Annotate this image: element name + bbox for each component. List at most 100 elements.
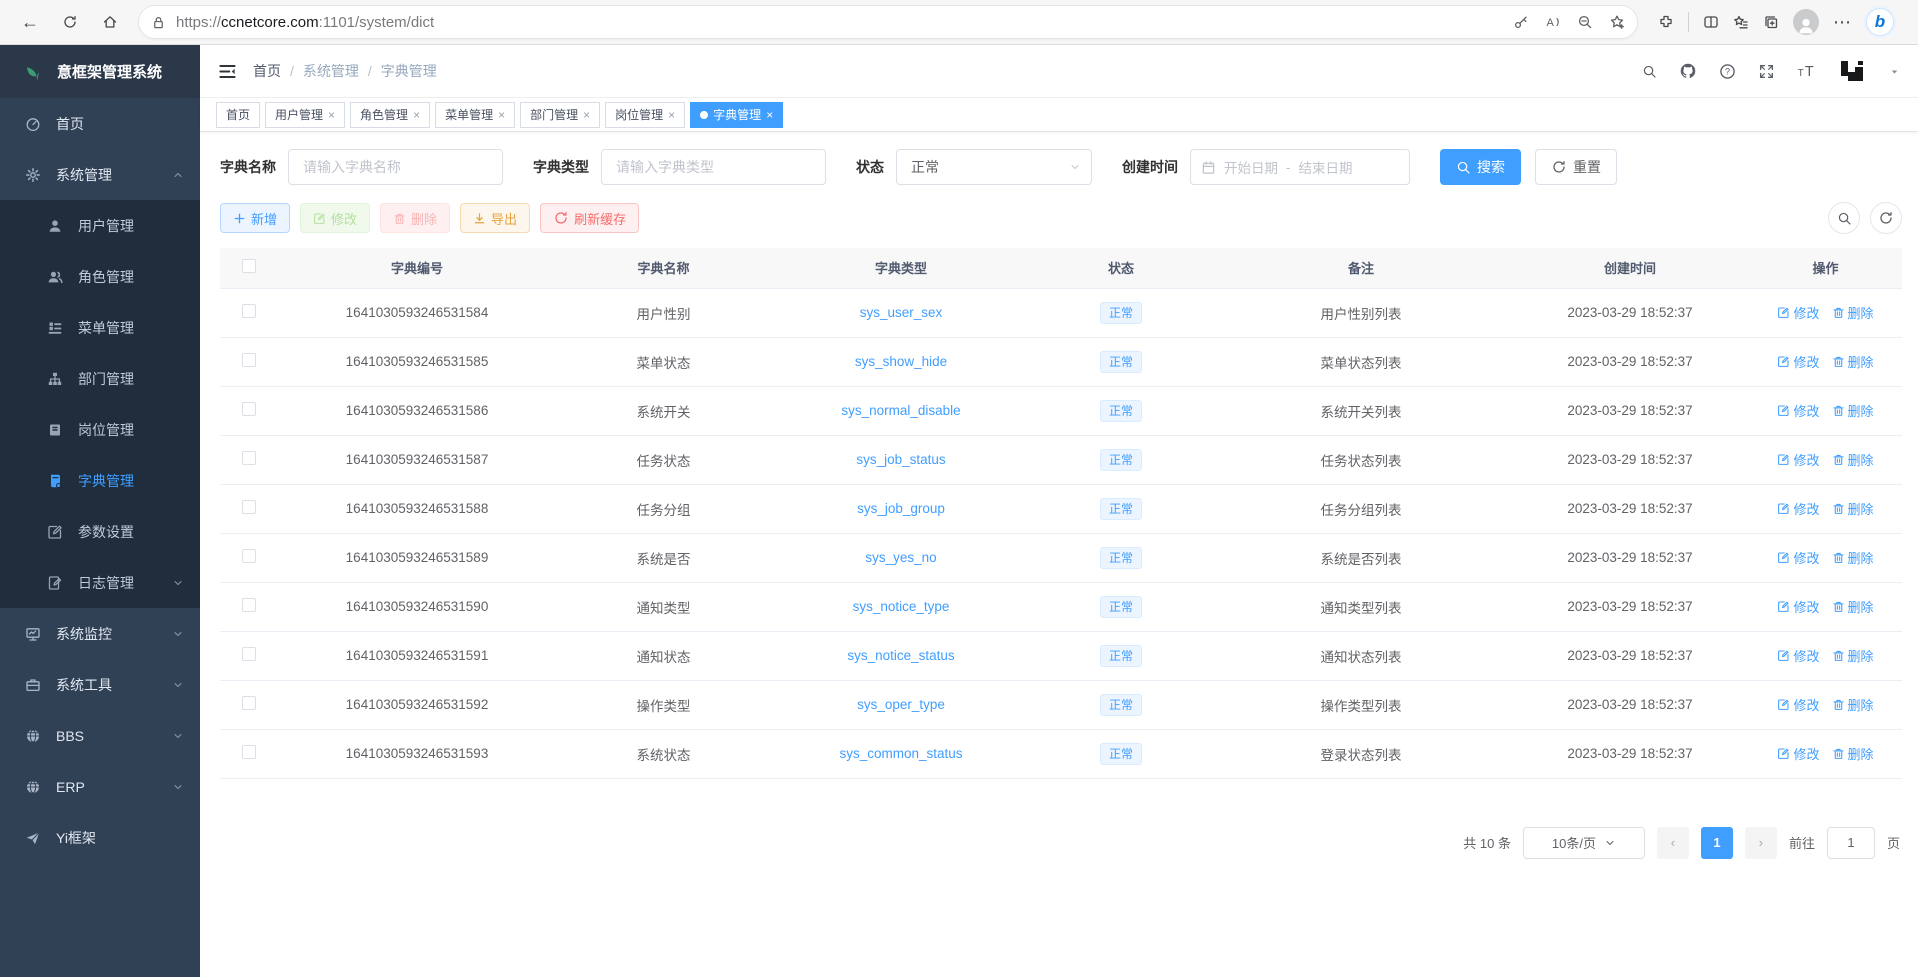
sidebar-item-dict-management[interactable]: 字典管理 — [0, 455, 200, 506]
read-aloud-icon[interactable]: A — [1545, 14, 1561, 30]
reset-button[interactable]: 重置 — [1535, 149, 1617, 185]
fullscreen-icon[interactable] — [1758, 63, 1775, 80]
dict-type-link[interactable]: sys_user_sex — [860, 305, 943, 320]
tab-close-icon[interactable]: × — [583, 108, 590, 122]
goto-page-input[interactable] — [1827, 827, 1875, 859]
row-edit-link[interactable]: 修改 — [1777, 744, 1819, 763]
dict-type-link[interactable]: sys_yes_no — [865, 550, 936, 565]
row-checkbox[interactable] — [242, 696, 256, 710]
dict-name-input[interactable] — [288, 149, 503, 185]
tab-post-management[interactable]: 岗位管理× — [605, 102, 685, 128]
row-delete-link[interactable]: 删除 — [1832, 597, 1874, 616]
add-button[interactable]: 新增 — [220, 203, 290, 233]
dict-type-link[interactable]: sys_notice_type — [853, 599, 950, 614]
sidebar-item-system-management[interactable]: 系统管理 — [0, 149, 200, 200]
row-delete-link[interactable]: 删除 — [1832, 303, 1874, 322]
sidebar-item-log-management[interactable]: 日志管理 — [0, 557, 200, 608]
tab-close-icon[interactable]: × — [498, 108, 505, 122]
browser-refresh-button[interactable] — [52, 5, 88, 39]
tab-dict-management[interactable]: 字典管理× — [690, 102, 783, 128]
refresh-cache-button[interactable]: 刷新缓存 — [540, 203, 639, 233]
dict-type-link[interactable]: sys_common_status — [839, 746, 962, 761]
prev-page-button[interactable]: ‹ — [1657, 827, 1689, 859]
tab-user-management[interactable]: 用户管理× — [265, 102, 345, 128]
search-button[interactable]: 搜索 — [1440, 149, 1521, 185]
favorite-add-icon[interactable] — [1609, 14, 1625, 30]
tab-close-icon[interactable]: × — [413, 108, 420, 122]
row-delete-link[interactable]: 删除 — [1832, 499, 1874, 518]
tab-dept-management[interactable]: 部门管理× — [520, 102, 600, 128]
more-menu-icon[interactable]: ⋯ — [1833, 13, 1852, 31]
caret-down-icon[interactable] — [1889, 66, 1900, 77]
sidebar-item-erp[interactable]: ERP — [0, 761, 200, 812]
split-screen-icon[interactable] — [1703, 14, 1719, 30]
sidebar-item-bbs[interactable]: BBS — [0, 710, 200, 761]
row-edit-link[interactable]: 修改 — [1777, 548, 1819, 567]
edit-button[interactable]: 修改 — [300, 203, 370, 233]
collections-icon[interactable] — [1763, 14, 1779, 30]
toggle-search-button[interactable] — [1828, 202, 1860, 234]
sidebar-item-dept-management[interactable]: 部门管理 — [0, 353, 200, 404]
row-edit-link[interactable]: 修改 — [1777, 450, 1819, 469]
user-logo-avatar[interactable] — [1837, 56, 1867, 86]
sidebar-item-user-management[interactable]: 用户管理 — [0, 200, 200, 251]
dict-type-link[interactable]: sys_job_group — [857, 501, 945, 516]
sidebar-item-menu-management[interactable]: 菜单管理 — [0, 302, 200, 353]
header-search-icon[interactable] — [1642, 64, 1657, 79]
browser-home-button[interactable] — [92, 5, 128, 39]
sidebar-toggle-icon[interactable] — [218, 62, 237, 81]
sidebar-item-param-settings[interactable]: 参数设置 — [0, 506, 200, 557]
row-checkbox[interactable] — [242, 647, 256, 661]
row-edit-link[interactable]: 修改 — [1777, 303, 1819, 322]
password-key-icon[interactable] — [1513, 14, 1529, 30]
sidebar-item-home[interactable]: 首页 — [0, 98, 200, 149]
next-page-button[interactable]: › — [1745, 827, 1777, 859]
bing-discover-icon[interactable]: b — [1866, 8, 1894, 36]
dict-type-link[interactable]: sys_job_status — [856, 452, 945, 467]
tab-close-icon[interactable]: × — [766, 108, 773, 122]
favorites-icon[interactable] — [1733, 14, 1749, 30]
row-delete-link[interactable]: 删除 — [1832, 352, 1874, 371]
row-delete-link[interactable]: 删除 — [1832, 744, 1874, 763]
tab-menu-management[interactable]: 菜单管理× — [435, 102, 515, 128]
url-text[interactable]: https://ccnetcore.com:1101/system/dict — [176, 14, 1503, 31]
delete-button[interactable]: 删除 — [380, 203, 450, 233]
help-icon[interactable]: ? — [1719, 63, 1736, 80]
sidebar-item-yi-framework[interactable]: Yi框架 — [0, 812, 200, 863]
dict-type-link[interactable]: sys_oper_type — [857, 697, 945, 712]
sidebar-item-role-management[interactable]: 角色管理 — [0, 251, 200, 302]
breadcrumb-home[interactable]: 首页 — [253, 61, 281, 81]
row-checkbox[interactable] — [242, 500, 256, 514]
page-size-select[interactable]: 10条/页 — [1523, 827, 1645, 859]
row-delete-link[interactable]: 删除 — [1832, 646, 1874, 665]
export-button[interactable]: 导出 — [460, 203, 530, 233]
select-all-checkbox[interactable] — [242, 259, 256, 273]
tab-role-management[interactable]: 角色管理× — [350, 102, 430, 128]
row-checkbox[interactable] — [242, 402, 256, 416]
date-range-picker[interactable]: 开始日期 - 结束日期 — [1190, 149, 1410, 185]
dict-type-link[interactable]: sys_normal_disable — [841, 403, 960, 418]
row-checkbox[interactable] — [242, 745, 256, 759]
row-delete-link[interactable]: 删除 — [1832, 548, 1874, 567]
tab-close-icon[interactable]: × — [328, 108, 335, 122]
row-delete-link[interactable]: 删除 — [1832, 695, 1874, 714]
dict-type-input[interactable] — [601, 149, 826, 185]
tab-home[interactable]: 首页 — [216, 102, 260, 128]
row-delete-link[interactable]: 删除 — [1832, 401, 1874, 420]
current-page-button[interactable]: 1 — [1701, 827, 1733, 859]
sidebar-item-system-tools[interactable]: 系统工具 — [0, 659, 200, 710]
row-checkbox[interactable] — [242, 353, 256, 367]
font-size-icon[interactable]: TT — [1797, 62, 1815, 80]
row-edit-link[interactable]: 修改 — [1777, 695, 1819, 714]
row-edit-link[interactable]: 修改 — [1777, 597, 1819, 616]
status-select[interactable]: 正常 — [896, 149, 1092, 185]
row-edit-link[interactable]: 修改 — [1777, 646, 1819, 665]
row-checkbox[interactable] — [242, 598, 256, 612]
sidebar-item-system-monitor[interactable]: 系统监控 — [0, 608, 200, 659]
address-bar[interactable]: https://ccnetcore.com:1101/system/dict A — [138, 5, 1638, 39]
row-delete-link[interactable]: 删除 — [1832, 450, 1874, 469]
row-checkbox[interactable] — [242, 304, 256, 318]
dict-type-link[interactable]: sys_show_hide — [855, 354, 947, 369]
row-edit-link[interactable]: 修改 — [1777, 401, 1819, 420]
extensions-icon[interactable] — [1658, 14, 1674, 30]
